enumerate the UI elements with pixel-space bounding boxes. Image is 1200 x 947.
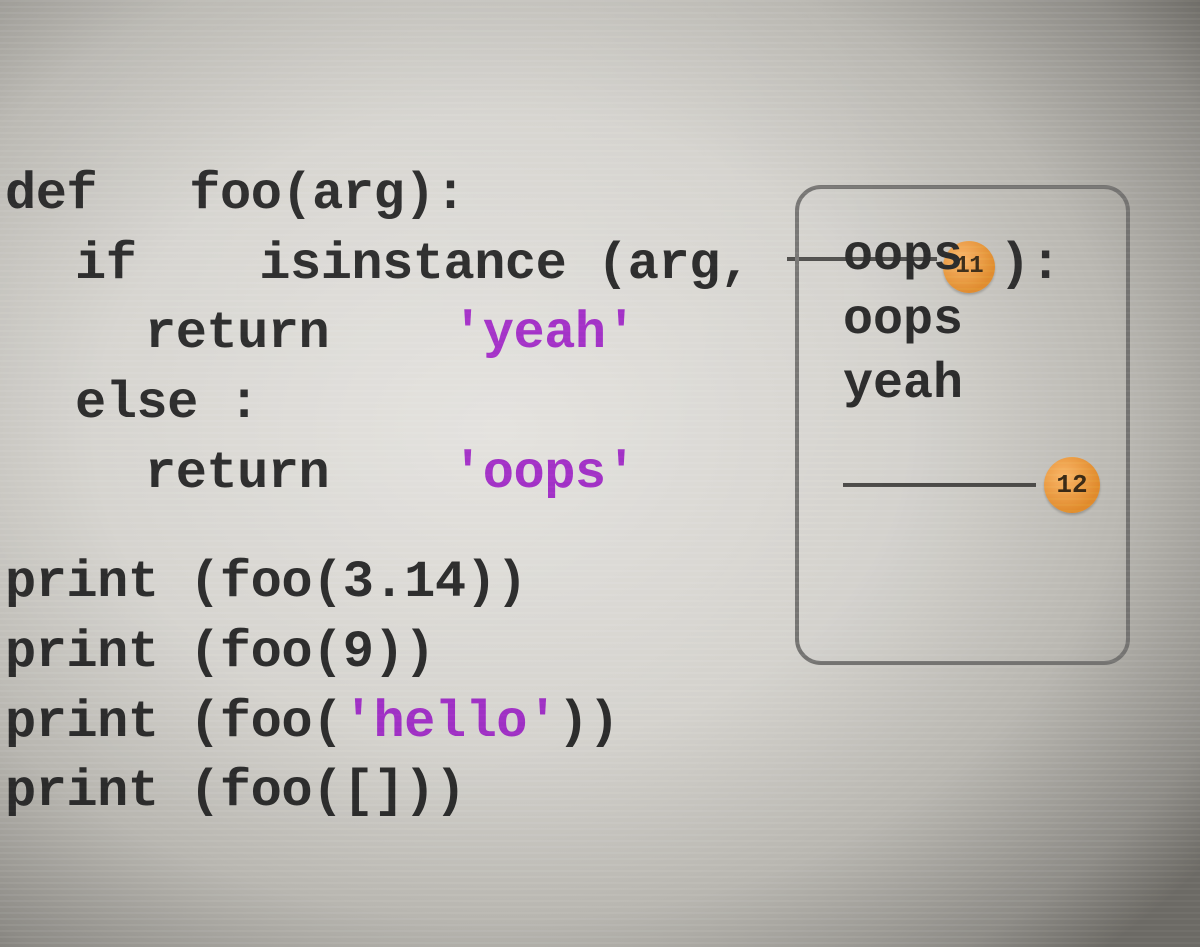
code-line-9: print (foo([])) [5,757,1061,827]
keyword-return-2: return [145,444,329,503]
output-line-3: yeah [843,353,1100,417]
string-hello: 'hello' [343,693,558,752]
print-call-3a: print (foo( [5,693,343,752]
expected-output-box: oops oops yeah 12 [795,185,1130,665]
code-line-8: print (foo('hello')) [5,688,1061,758]
def-params: (arg): [281,165,465,224]
output-blank-row: 12 [843,457,1100,513]
print-call-1: print (foo(3.14)) [5,553,527,612]
keyword-if: if [75,235,136,294]
fill-in-blank-12[interactable] [843,483,1036,487]
output-line-2: oops [843,289,1100,353]
output-line-1: oops [843,225,1100,289]
keyword-else: else : [75,374,259,433]
keyword-return-1: return [145,304,329,363]
keyword-def: def [5,165,97,224]
print-call-3b: )) [558,693,619,752]
string-oops: 'oops' [452,444,636,503]
blank-badge-12: 12 [1044,457,1100,513]
string-yeah: 'yeah' [452,304,636,363]
call-isinstance: isinstance (arg, [259,235,750,294]
print-call-2: print (foo(9)) [5,623,435,682]
function-name: foo [189,165,281,224]
print-call-4: print (foo([])) [5,762,466,821]
